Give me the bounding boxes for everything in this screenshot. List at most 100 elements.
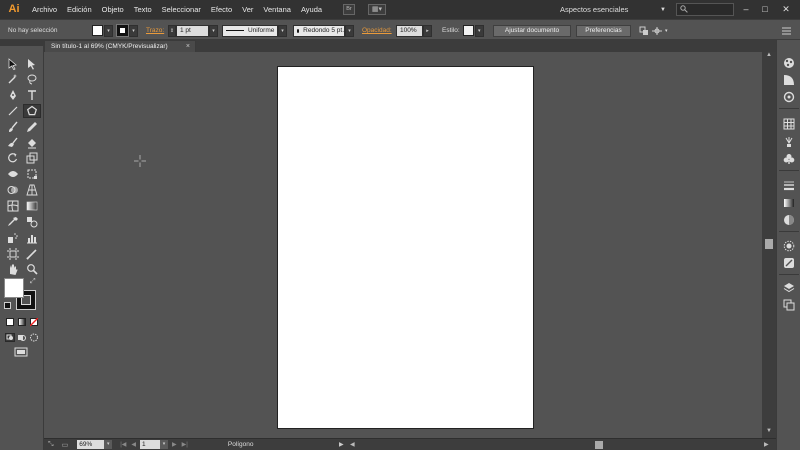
hand-tool-icon[interactable] bbox=[4, 262, 22, 276]
blob-brush-tool-icon[interactable] bbox=[4, 136, 22, 150]
menu-efecto[interactable]: Efecto bbox=[211, 5, 232, 14]
pencil-tool-icon[interactable] bbox=[23, 120, 41, 134]
draw-behind-icon[interactable] bbox=[17, 333, 27, 342]
kuler-panel-icon[interactable] bbox=[781, 90, 797, 104]
column-graph-tool-icon[interactable] bbox=[23, 231, 41, 245]
free-transform-tool-icon[interactable] bbox=[23, 167, 41, 181]
fill-color-box[interactable] bbox=[4, 278, 24, 298]
opacity-field[interactable]: 100% bbox=[396, 24, 423, 37]
scroll-left-icon[interactable]: ◀ bbox=[350, 441, 355, 448]
menu-seleccionar[interactable]: Seleccionar bbox=[162, 5, 201, 14]
lasso-tool-icon[interactable] bbox=[23, 72, 41, 86]
scroll-up-icon[interactable]: ▲ bbox=[762, 52, 776, 62]
gradient-mode-icon[interactable] bbox=[18, 318, 26, 326]
menu-ver[interactable]: Ver bbox=[242, 5, 253, 14]
vertical-scroll-thumb[interactable] bbox=[765, 239, 773, 249]
next-artboard-button[interactable]: ▶ bbox=[172, 441, 177, 448]
workspace-switcher[interactable]: Aspectos esenciales ▼ bbox=[560, 3, 670, 16]
rotate-tool-icon[interactable] bbox=[4, 151, 22, 165]
slice-tool-icon[interactable] bbox=[23, 247, 41, 261]
blend-tool-icon[interactable] bbox=[23, 215, 41, 229]
preferences-button[interactable]: Preferencias bbox=[576, 24, 631, 37]
none-mode-icon[interactable] bbox=[30, 318, 38, 326]
graphic-styles-panel-icon[interactable] bbox=[781, 256, 797, 270]
direct-selection-tool-icon[interactable] bbox=[23, 57, 41, 71]
panel-menu-icon[interactable] bbox=[782, 24, 791, 37]
color-mode-icon[interactable] bbox=[6, 318, 14, 326]
gradient-panel-icon[interactable] bbox=[781, 196, 797, 210]
menu-edicion[interactable]: Edición bbox=[67, 5, 92, 14]
width-tool-icon[interactable] bbox=[4, 167, 22, 181]
symbols-panel-icon[interactable] bbox=[781, 152, 797, 166]
polygon-tool-icon[interactable] bbox=[23, 104, 41, 118]
brush-select[interactable]: Redondo 5 pt. ▾ bbox=[293, 24, 354, 37]
type-tool-icon[interactable] bbox=[23, 88, 41, 102]
eraser-tool-icon[interactable] bbox=[23, 136, 41, 150]
maximize-button[interactable]: □ bbox=[756, 2, 774, 16]
document-tab[interactable]: Sin título-1 al 69% (CMYK/Previsualizar)… bbox=[44, 40, 196, 52]
document-setup-button[interactable]: Ajustar documento bbox=[493, 24, 571, 37]
stroke-link[interactable]: Trazo: bbox=[146, 27, 164, 34]
line-segment-tool-icon[interactable] bbox=[4, 104, 22, 118]
arrange-documents-button[interactable]: ▦▾ bbox=[368, 4, 386, 15]
stroke-swatch[interactable]: ▾ bbox=[116, 24, 138, 37]
close-icon[interactable]: × bbox=[186, 43, 190, 50]
magic-wand-tool-icon[interactable] bbox=[4, 72, 22, 86]
canvas[interactable] bbox=[45, 52, 762, 438]
horizontal-scrollbar[interactable] bbox=[360, 440, 760, 450]
menu-texto[interactable]: Texto bbox=[134, 5, 152, 14]
isolate-icon[interactable]: ▾ bbox=[651, 24, 668, 37]
scroll-down-icon[interactable]: ▼ bbox=[762, 428, 776, 438]
swatches-panel-icon[interactable] bbox=[781, 117, 797, 131]
fill-swatch[interactable]: ▾ bbox=[92, 24, 113, 37]
appearance-panel-icon[interactable] bbox=[781, 239, 797, 253]
layers-panel-icon[interactable] bbox=[781, 281, 797, 295]
default-colors-icon[interactable] bbox=[4, 302, 11, 309]
artboard[interactable] bbox=[277, 66, 534, 429]
share-icon[interactable]: ▭ bbox=[62, 441, 69, 449]
stroke-panel-icon[interactable] bbox=[781, 179, 797, 193]
zoom-field[interactable]: 69% bbox=[77, 440, 105, 449]
artboard-dropdown[interactable]: ▾ bbox=[160, 440, 169, 449]
zoom-dropdown[interactable]: ▾ bbox=[104, 440, 113, 449]
perspective-grid-tool-icon[interactable] bbox=[23, 183, 41, 197]
vertical-scrollbar[interactable]: ▲ ▼ bbox=[762, 52, 776, 438]
draw-normal-icon[interactable] bbox=[5, 333, 15, 342]
draw-inside-icon[interactable] bbox=[29, 333, 39, 342]
paintbrush-tool-icon[interactable] bbox=[4, 120, 22, 134]
opacity-control[interactable]: 100% ▸ bbox=[396, 24, 432, 37]
menu-archivo[interactable]: Archivo bbox=[32, 5, 57, 14]
scale-tool-icon[interactable] bbox=[23, 151, 41, 165]
pen-tool-icon[interactable] bbox=[4, 88, 22, 102]
artboards-panel-icon[interactable] bbox=[781, 298, 797, 312]
last-artboard-button[interactable]: ▶| bbox=[182, 441, 188, 448]
graphic-style-swatch[interactable] bbox=[462, 25, 474, 36]
zoom-tool-icon[interactable] bbox=[23, 262, 41, 276]
mesh-tool-icon[interactable] bbox=[4, 199, 22, 213]
help-search-input[interactable] bbox=[676, 3, 734, 16]
menu-ayuda[interactable]: Ayuda bbox=[301, 5, 322, 14]
opacity-link[interactable]: Opacidad: bbox=[362, 27, 392, 34]
stroke-weight-field[interactable]: 1 pt bbox=[176, 24, 209, 37]
arrange-icon[interactable] bbox=[639, 24, 649, 37]
stroke-profile-select[interactable]: Uniforme ▾ bbox=[222, 24, 287, 37]
artboard-number-field[interactable]: 1 bbox=[140, 440, 161, 449]
tools-panel-grip[interactable] bbox=[0, 40, 44, 46]
horizontal-scroll-thumb[interactable] bbox=[595, 441, 603, 449]
eyedropper-tool-icon[interactable] bbox=[4, 215, 22, 229]
selection-tool-icon[interactable] bbox=[4, 57, 22, 71]
brushes-panel-icon[interactable] bbox=[781, 135, 797, 149]
first-artboard-button[interactable]: |◀ bbox=[120, 441, 126, 448]
scroll-right-icon[interactable]: ▶ bbox=[764, 441, 769, 448]
gradient-tool-icon[interactable] bbox=[23, 199, 41, 213]
stroke-weight-control[interactable]: ⇕ 1 pt ▾ bbox=[168, 24, 218, 37]
bridge-button[interactable]: Br bbox=[343, 4, 355, 15]
artboard-tool-icon[interactable] bbox=[4, 247, 22, 261]
symbol-sprayer-tool-icon[interactable] bbox=[4, 231, 22, 245]
color-panel-icon[interactable] bbox=[781, 56, 797, 70]
prev-artboard-button[interactable]: ◀ bbox=[131, 441, 136, 448]
close-window-button[interactable]: ✕ bbox=[777, 2, 795, 16]
shape-builder-tool-icon[interactable] bbox=[4, 183, 22, 197]
menu-ventana[interactable]: Ventana bbox=[263, 5, 291, 14]
menu-objeto[interactable]: Objeto bbox=[102, 5, 124, 14]
